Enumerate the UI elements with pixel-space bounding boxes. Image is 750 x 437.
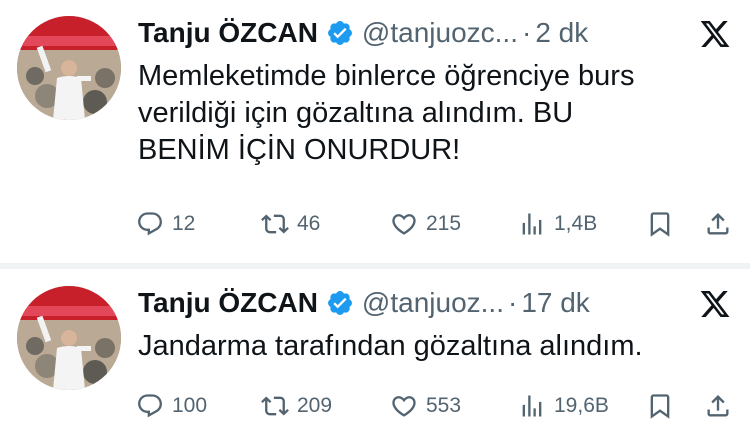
tweet-divider [0,263,750,269]
repost-button[interactable]: 209 [261,390,332,422]
repost-count: 46 [297,212,321,235]
views-icon [522,213,542,235]
views-count: 1,4B [554,212,598,235]
reply-button[interactable]: 100 [136,390,207,422]
like-count: 215 [426,212,462,235]
avatar[interactable] [17,286,121,390]
author-handle[interactable]: @tanjuoz... [362,287,504,319]
tweet-text: Memleketimde binlerce öğrenciye burs ver… [138,58,738,169]
views-count: 19,6B [554,394,609,417]
tweet[interactable]: Tanju ÖZCAN @tanjuoz... · 17 dk Jandarma… [0,270,750,437]
views-button[interactable]: 19,6B [518,390,609,422]
action-bar: 100 209 553 19,6B [136,390,736,422]
share-button[interactable] [704,208,732,240]
x-logo-icon [700,291,730,317]
verified-badge-icon [327,291,352,315]
separator-dot: · [521,17,532,48]
timestamp[interactable]: 2 dk [535,17,588,49]
avatar[interactable] [17,16,121,120]
like-button[interactable]: 553 [390,390,461,422]
repost-count: 209 [297,394,333,417]
tweet-text-line: verildiği için gözaltına alındım. BU [138,97,574,129]
share-button[interactable] [704,390,732,422]
tweet-text: Jandarma tarafından gözaltına alındım. [138,328,738,365]
reply-icon [138,212,162,236]
author-handle[interactable]: @tanjuozc... [362,17,518,49]
avatar-photo [17,16,121,120]
tweet-header: Tanju ÖZCAN @tanjuozc... · 2 dk [138,14,738,52]
heart-icon [392,396,416,417]
x-logo-icon [700,21,730,47]
author-name[interactable]: Tanju ÖZCAN [138,17,318,49]
bookmark-button[interactable] [646,390,674,422]
tweet-text-line: Jandarma tarafından gözaltına alındım. [138,330,643,362]
repost-button[interactable]: 46 [261,208,320,240]
like-count: 553 [426,394,462,417]
tweet-text-line: Memleketimde binlerce öğrenciye burs [138,60,635,92]
repost-icon [261,214,289,234]
separator-dot: · [507,287,518,318]
views-button[interactable]: 1,4B [518,208,597,240]
timestamp[interactable]: 17 dk [521,287,590,319]
share-icon [707,213,729,235]
repost-icon [261,396,289,416]
tweet[interactable]: Tanju ÖZCAN @tanjuozc... · 2 dk Memleket… [0,0,750,262]
reply-count: 12 [172,212,196,235]
author-name[interactable]: Tanju ÖZCAN [138,287,318,319]
like-button[interactable]: 215 [390,208,461,240]
bookmark-icon [650,212,670,237]
reply-icon [138,394,162,418]
reply-count: 100 [172,394,208,417]
tweet-header: Tanju ÖZCAN @tanjuoz... · 17 dk [138,284,738,322]
share-icon [707,395,729,417]
bookmark-icon [650,394,670,419]
verified-badge-icon [327,21,352,45]
reply-button[interactable]: 12 [136,208,195,240]
avatar-photo [17,286,121,390]
heart-icon [392,214,416,235]
tweet-text-line: BENİM İÇİN ONURDUR! [138,134,461,166]
views-icon [522,395,542,417]
action-bar: 12 46 215 1,4B [136,208,736,240]
bookmark-button[interactable] [646,208,674,240]
